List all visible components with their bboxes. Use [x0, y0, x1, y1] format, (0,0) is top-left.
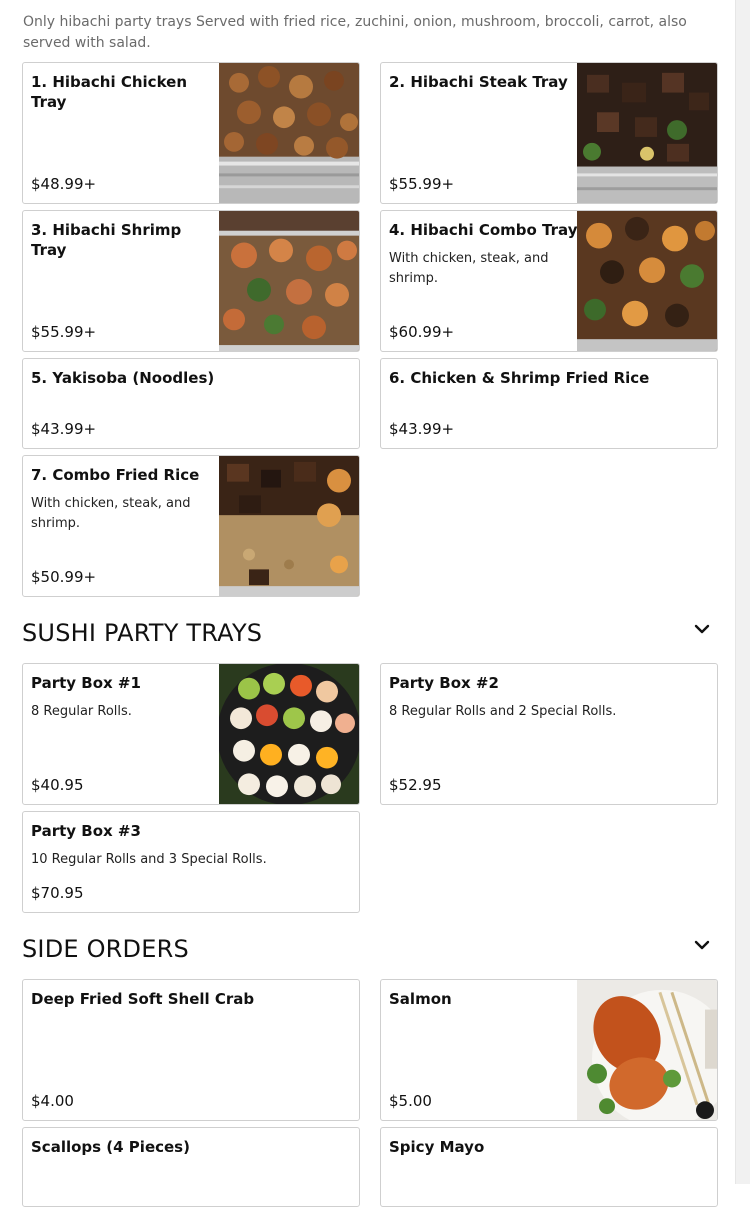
item-price: $55.99+	[31, 323, 97, 341]
item-price: $5.00	[389, 1092, 432, 1110]
menu-item-yakisoba[interactable]: 5. Yakisoba (Noodles) $43.99+	[22, 358, 360, 449]
item-name: Deep Fried Soft Shell Crab	[31, 990, 255, 1008]
item-photo	[219, 63, 359, 203]
menu-item-soft-shell-crab[interactable]: Deep Fried Soft Shell Crab $4.00	[22, 979, 360, 1121]
menu-item-party-box-3[interactable]: Party Box #3 10 Regular Rolls and 3 Spec…	[22, 811, 360, 913]
item-name: 2. Hibachi Steak Tray	[389, 73, 568, 91]
item-price: $43.99+	[389, 420, 455, 438]
menu-item-salmon[interactable]: Salmon $5.00	[380, 979, 718, 1121]
menu-item-hibachi-shrimp-tray[interactable]: 3. Hibachi Shrimp Tray $55.99+	[22, 210, 360, 352]
item-name: Spicy Mayo	[389, 1138, 485, 1156]
section-title-sushi: SUSHI PARTY TRAYS	[22, 619, 263, 647]
item-name: Party Box #2	[389, 674, 499, 692]
chevron-down-icon[interactable]	[691, 934, 713, 956]
item-name: Party Box #3	[31, 822, 141, 840]
item-price: $48.99+	[31, 175, 97, 193]
item-name: 7. Combo Fried Rice	[31, 466, 200, 484]
section-title-side-orders: SIDE ORDERS	[22, 935, 189, 963]
item-photo	[577, 211, 717, 351]
item-name: 1. Hibachi Chicken Tray	[31, 73, 187, 111]
item-price: $40.95	[31, 776, 84, 794]
chevron-down-icon[interactable]	[691, 618, 713, 640]
category-description: Only hibachi party trays Served with fri…	[23, 14, 687, 51]
item-price: $70.95	[31, 884, 84, 902]
item-name: Scallops (4 Pieces)	[31, 1138, 190, 1156]
menu-item-party-box-1[interactable]: Party Box #1 8 Regular Rolls. $40.95	[22, 663, 360, 805]
item-name: 3. Hibachi Shrimp Tray	[31, 221, 182, 259]
item-description: With chicken, steak, and shrimp.	[389, 251, 549, 286]
item-price: $4.00	[31, 1092, 74, 1110]
item-name: 5. Yakisoba (Noodles)	[31, 369, 215, 387]
menu-item-hibachi-chicken-tray[interactable]: 1. Hibachi Chicken Tray $48.99+	[22, 62, 360, 204]
item-price: $50.99+	[31, 568, 97, 586]
menu-item-hibachi-combo-tray[interactable]: 4. Hibachi Combo Tray With chicken, stea…	[380, 210, 718, 352]
menu-item-party-box-2[interactable]: Party Box #2 8 Regular Rolls and 2 Speci…	[380, 663, 718, 805]
item-description: 8 Regular Rolls.	[31, 704, 132, 719]
item-photo	[219, 664, 359, 804]
item-photo	[219, 211, 359, 351]
menu-item-spicy-mayo[interactable]: Spicy Mayo	[380, 1127, 718, 1207]
menu-item-combo-fried-rice[interactable]: 7. Combo Fried Rice With chicken, steak,…	[22, 455, 360, 597]
item-description: 10 Regular Rolls and 3 Special Rolls.	[31, 852, 267, 867]
scrollbar[interactable]	[735, 0, 750, 1184]
item-name: 6. Chicken & Shrimp Fried Rice	[389, 369, 650, 387]
item-photo	[219, 456, 359, 596]
item-description: With chicken, steak, and shrimp.	[31, 496, 191, 531]
item-photo	[577, 63, 717, 203]
menu-item-hibachi-steak-tray[interactable]: 2. Hibachi Steak Tray $55.99+	[380, 62, 718, 204]
menu-item-scallops[interactable]: Scallops (4 Pieces)	[22, 1127, 360, 1207]
item-name: Party Box #1	[31, 674, 141, 692]
menu-item-chicken-shrimp-fried-rice[interactable]: 6. Chicken & Shrimp Fried Rice $43.99+	[380, 358, 718, 449]
item-description: 8 Regular Rolls and 2 Special Rolls.	[389, 704, 617, 719]
item-price: $43.99+	[31, 420, 97, 438]
item-name: 4. Hibachi Combo Tray	[389, 221, 578, 239]
item-photo	[577, 980, 717, 1120]
item-price: $52.95	[389, 776, 442, 794]
item-price: $60.99+	[389, 323, 455, 341]
item-price: $55.99+	[389, 175, 455, 193]
item-name: Salmon	[389, 990, 452, 1008]
